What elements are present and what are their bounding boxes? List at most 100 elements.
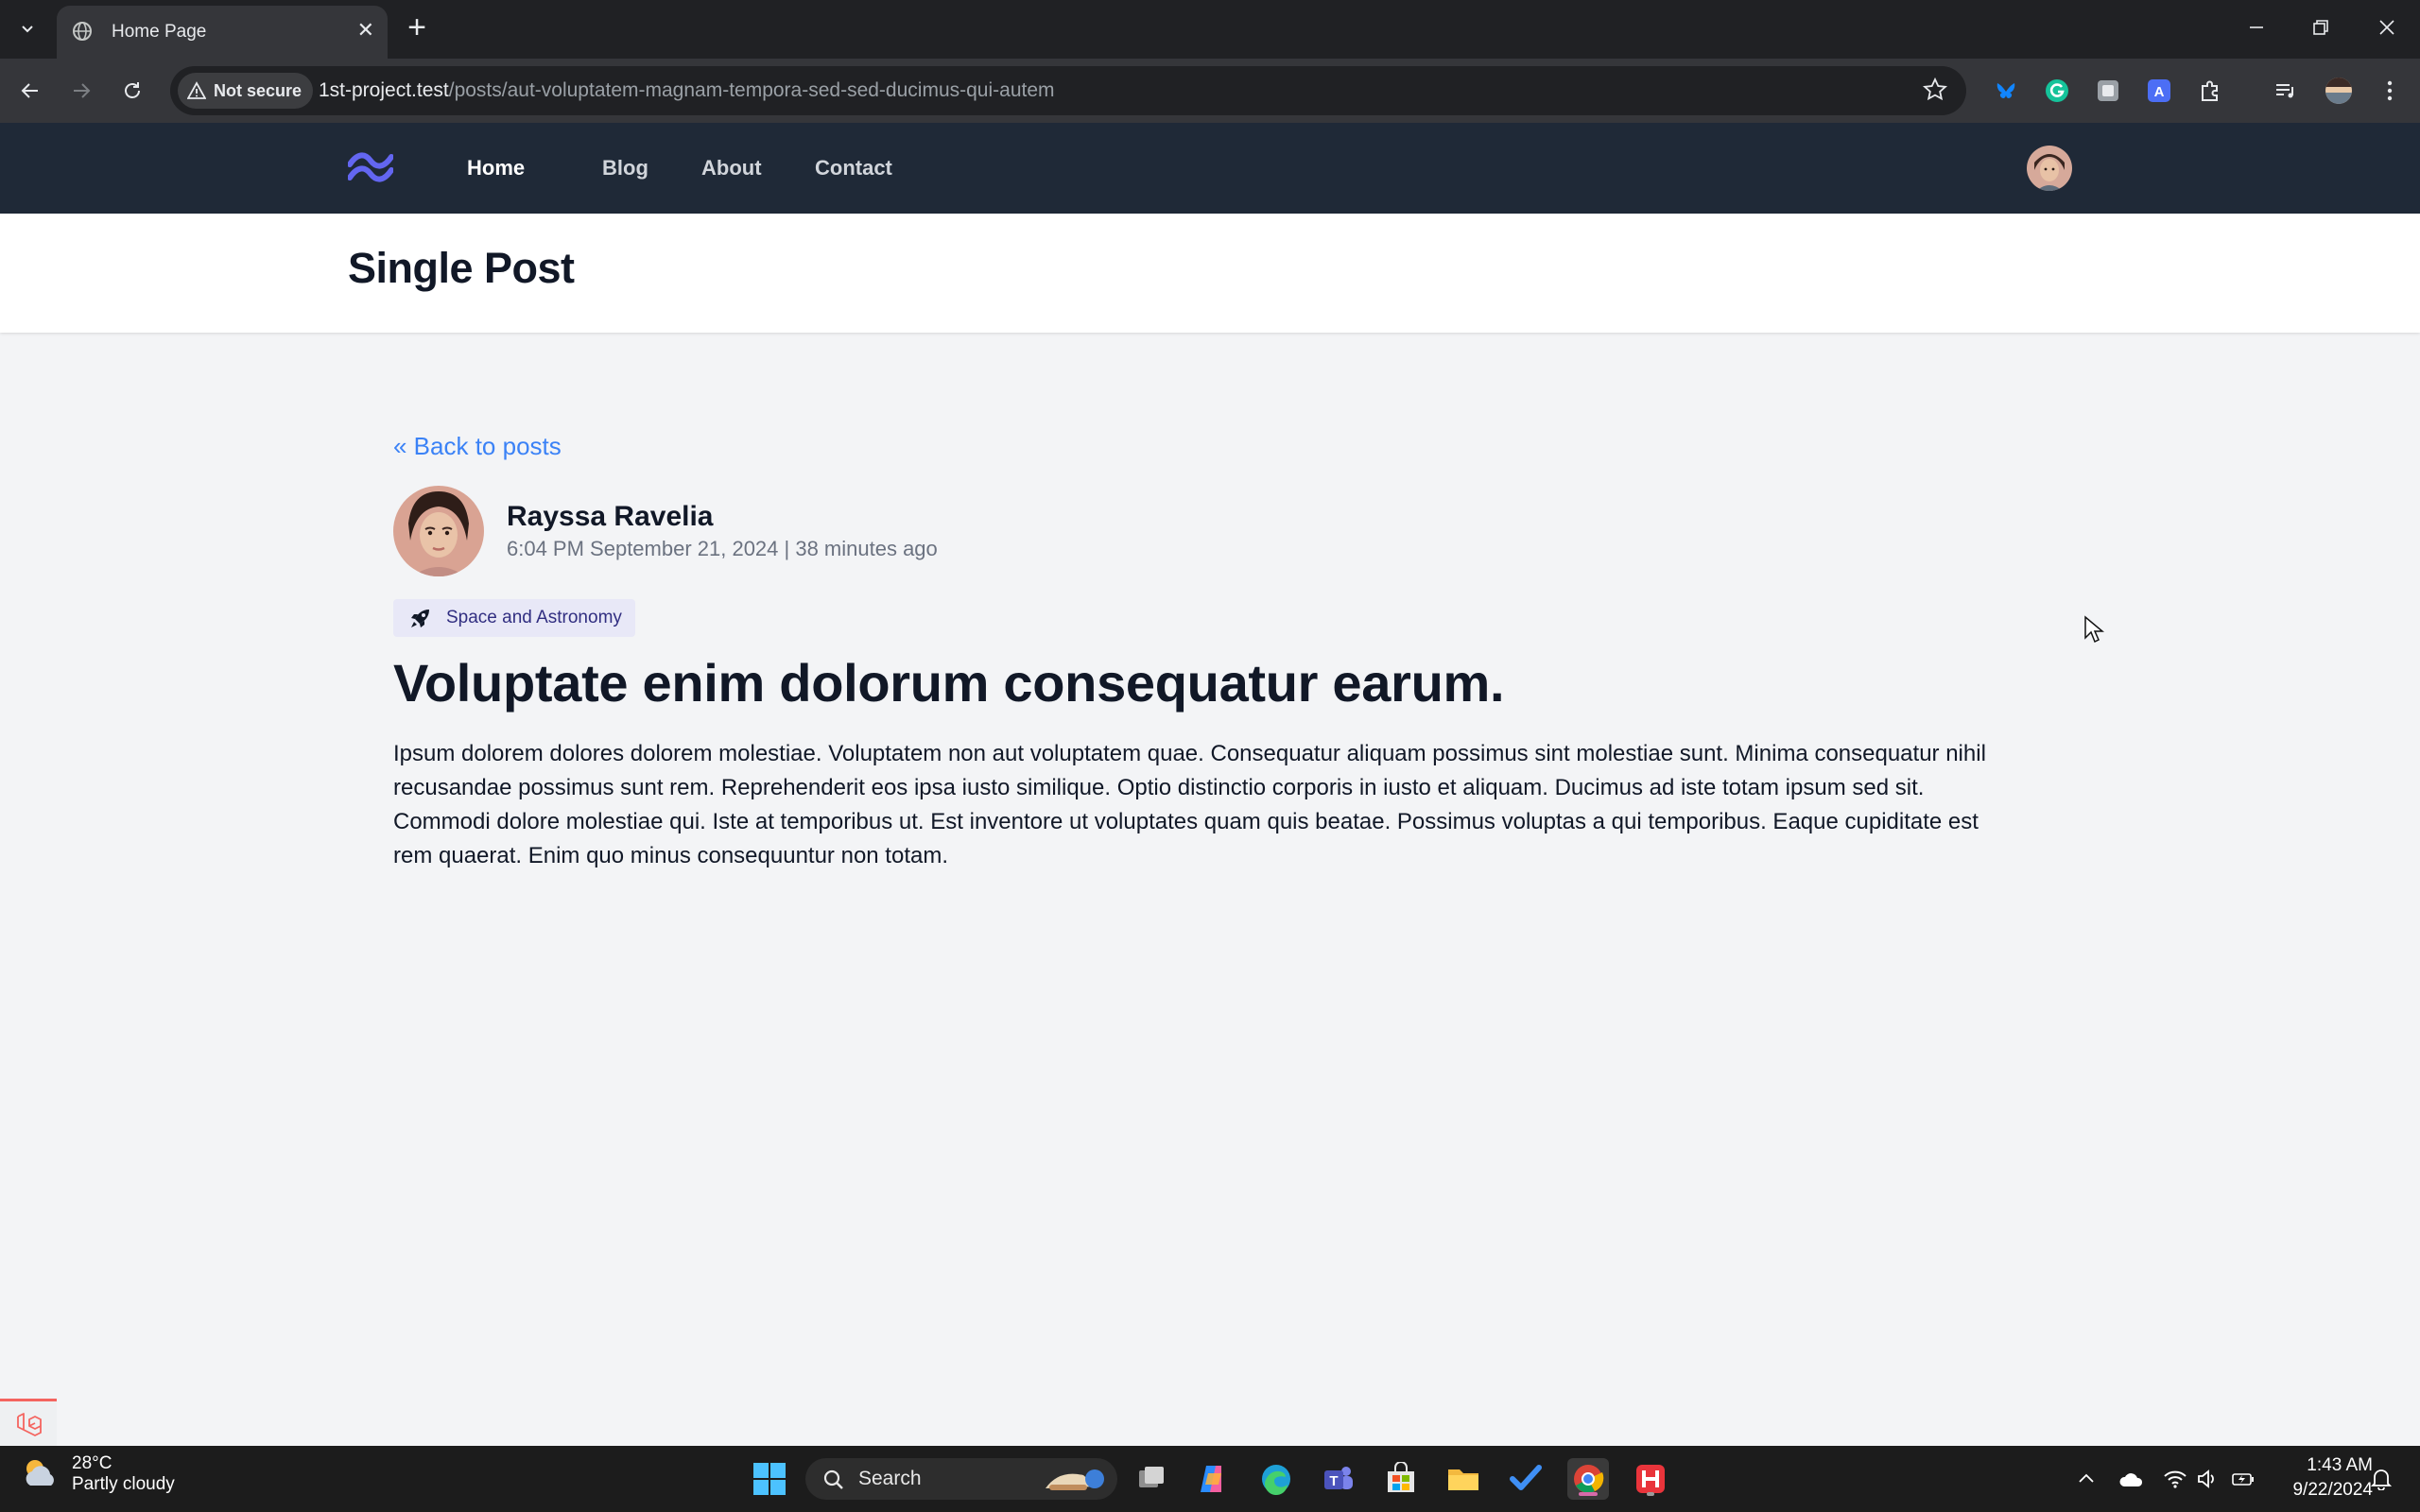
- back-button[interactable]: [13, 74, 47, 108]
- category-badge[interactable]: Space and Astronomy: [393, 599, 635, 637]
- nav-about[interactable]: About: [690, 144, 773, 193]
- taskbar-task-view[interactable]: [1131, 1458, 1172, 1500]
- folder-icon: [1448, 1469, 1478, 1490]
- edge-icon: [1262, 1465, 1290, 1496]
- puzzle-icon: [2202, 80, 2218, 101]
- partly-cloudy-icon: [26, 1460, 54, 1486]
- laravel-logo-icon: [17, 1413, 42, 1436]
- checkmark-icon: [1510, 1465, 1542, 1490]
- category-label: Space and Astronomy: [446, 608, 622, 627]
- taskbar-store[interactable]: [1380, 1458, 1422, 1500]
- search-label: Search: [858, 1468, 922, 1489]
- nav-blog[interactable]: Blog: [591, 144, 660, 193]
- task-view-icon: [1139, 1467, 1164, 1487]
- restore-button[interactable]: [2290, 0, 2352, 55]
- weather-condition: Partly cloudy: [72, 1474, 175, 1494]
- windows-taskbar: 28°C Partly cloudy Search T 1:43 AM 9/22…: [0, 1446, 2420, 1512]
- grammarly-extension[interactable]: [2040, 74, 2074, 108]
- close-window-button[interactable]: [2356, 0, 2418, 55]
- url-path: /posts/aut-voluptatem-magnam-tempora-sed…: [448, 79, 1055, 101]
- taskbar-todo[interactable]: [1505, 1458, 1547, 1500]
- taskbar-edge[interactable]: [1255, 1458, 1297, 1500]
- security-label: Not secure: [214, 80, 302, 100]
- arrow-right-icon: [74, 83, 91, 98]
- bookmark-star-icon[interactable]: [1923, 77, 1947, 102]
- tray-battery[interactable]: [2229, 1465, 2257, 1493]
- battery-charging-icon: [2232, 1473, 2254, 1486]
- tray-onedrive[interactable]: [2118, 1465, 2146, 1493]
- reload-button[interactable]: [115, 74, 149, 108]
- tray-volume[interactable]: [2193, 1465, 2221, 1493]
- kebab-menu-icon: [2387, 80, 2393, 101]
- security-chip[interactable]: Not secure: [178, 73, 314, 109]
- media-queue-icon: [2276, 84, 2293, 98]
- herd-icon: [1636, 1465, 1665, 1493]
- translate-extension[interactable]: A: [2142, 74, 2176, 108]
- author-name[interactable]: Rayssa Ravelia: [507, 501, 714, 533]
- grammarly-icon: [2046, 79, 2068, 102]
- taskbar-chrome[interactable]: [1567, 1458, 1609, 1500]
- media-controls-button[interactable]: [2269, 74, 2303, 108]
- contrast-extension[interactable]: [2091, 74, 2125, 108]
- taskbar-copilot[interactable]: [1193, 1458, 1235, 1500]
- taskbar-clock[interactable]: 1:43 AM 9/22/2024: [2269, 1453, 2373, 1503]
- clock-date: 9/22/2024: [2292, 1480, 2373, 1500]
- tab-search-button[interactable]: [9, 11, 45, 47]
- profile-button[interactable]: [2322, 74, 2356, 108]
- teams-icon: T: [1324, 1467, 1353, 1489]
- page-title: Single Post: [348, 244, 575, 292]
- nav-home[interactable]: Home: [456, 144, 536, 193]
- tab-title: Home Page: [112, 22, 207, 42]
- author-avatar: [393, 486, 484, 576]
- chevron-down-icon: [22, 26, 33, 33]
- cloud-icon: [2119, 1473, 2143, 1486]
- start-button[interactable]: [749, 1458, 790, 1500]
- bell-icon: [2371, 1469, 2392, 1490]
- bluesky-extension[interactable]: [1989, 74, 2023, 108]
- speaker-icon: [2198, 1469, 2214, 1488]
- browser-tab[interactable]: Home Page ✕: [57, 6, 388, 59]
- notifications-button[interactable]: [2367, 1465, 2395, 1493]
- bluesky-icon: [1996, 83, 2015, 98]
- new-tab-button[interactable]: +: [400, 11, 434, 45]
- browser-menu-button[interactable]: [2373, 74, 2407, 108]
- taskbar-search[interactable]: Search: [805, 1458, 1117, 1500]
- forward-button[interactable]: [64, 74, 98, 108]
- svg-text:A: A: [2154, 84, 2165, 100]
- translate-icon: A: [2148, 79, 2170, 102]
- clock-time: 1:43 AM: [2307, 1455, 2373, 1475]
- copilot-icon: [1201, 1466, 1221, 1492]
- weather-widget[interactable]: 28°C Partly cloudy: [19, 1453, 175, 1495]
- wifi-icon: [2164, 1470, 2187, 1488]
- extensions-button[interactable]: [2193, 74, 2227, 108]
- svg-text:T: T: [1329, 1473, 1338, 1489]
- author-photo-icon: [393, 486, 484, 576]
- post-date-meta: 6:04 PM September 21, 2024 | 38 minutes …: [507, 537, 938, 560]
- chrome-icon: [1574, 1465, 1604, 1493]
- mouse-cursor-icon: [2084, 615, 2104, 644]
- post-body: Ipsum dolorem dolores dolorem molestiae.…: [393, 741, 1986, 868]
- windows-logo-icon: [753, 1463, 786, 1495]
- page-header: Single Post: [0, 214, 2420, 333]
- restore-icon: [2313, 20, 2328, 35]
- tailwind-logo-icon[interactable]: [348, 151, 393, 183]
- url-host: 1st-project.test: [319, 79, 449, 101]
- nav-contact[interactable]: Contact: [804, 144, 904, 193]
- chrome-active-indicator: [1579, 1492, 1598, 1496]
- taskbar-teams[interactable]: T: [1318, 1458, 1359, 1500]
- minimize-button[interactable]: [2225, 0, 2288, 55]
- globe-icon: [73, 22, 92, 41]
- address-bar[interactable]: Not secure 1st-project.test/posts/aut-vo…: [170, 66, 1966, 115]
- user-avatar[interactable]: [2027, 146, 2072, 191]
- minimize-icon: [2250, 26, 2263, 28]
- tab-close-icon[interactable]: ✕: [357, 20, 374, 41]
- taskbar-herd[interactable]: [1630, 1458, 1671, 1500]
- laravel-debugbar-tab[interactable]: [0, 1399, 57, 1449]
- avatar-photo-icon: [2027, 146, 2072, 191]
- browser-toolbar: Not secure 1st-project.test/posts/aut-vo…: [0, 59, 2420, 123]
- taskbar-file-explorer[interactable]: [1443, 1458, 1484, 1500]
- back-to-posts-link[interactable]: « Back to posts: [393, 432, 562, 461]
- tray-wifi[interactable]: [2161, 1465, 2189, 1493]
- tray-overflow-button[interactable]: [2072, 1465, 2100, 1493]
- url-text[interactable]: 1st-project.test/posts/aut-voluptatem-ma…: [319, 79, 1055, 102]
